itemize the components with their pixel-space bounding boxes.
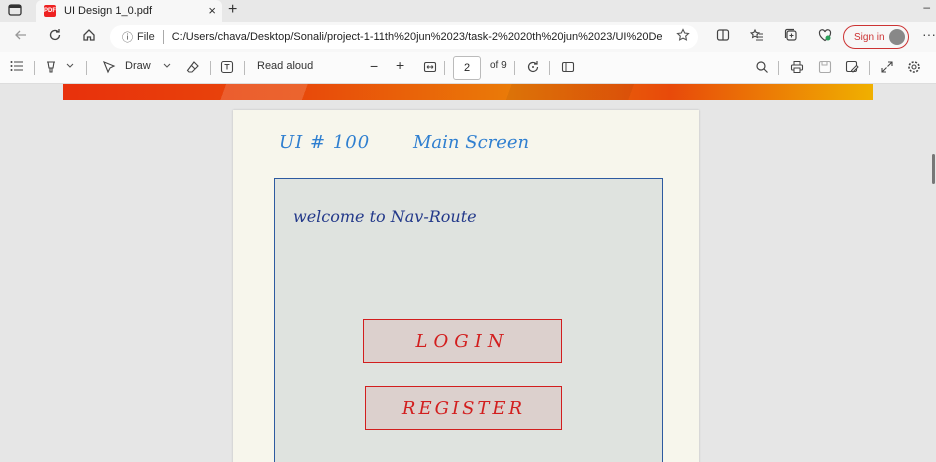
page-subheading: Main Screen [413, 132, 530, 153]
address-bar-row: ⓘ File C:/Users/chava/Desktop/Sonali/pro… [0, 22, 936, 52]
window-menu-icon[interactable] [8, 3, 24, 19]
scrollbar-thumb[interactable] [932, 154, 935, 184]
toolbar-divider [549, 61, 550, 75]
rotate-icon[interactable] [526, 60, 540, 77]
toolbar-divider [778, 61, 779, 75]
tab-pdf[interactable]: PDF UI Design 1_0.pdf × [36, 0, 222, 22]
sign-in-label: Sign in [854, 31, 885, 43]
print-icon[interactable] [790, 60, 804, 77]
register-button[interactable]: REGISTER [365, 386, 562, 430]
search-icon[interactable] [755, 60, 769, 77]
toolbar-divider [869, 61, 870, 75]
fullscreen-icon[interactable] [880, 60, 894, 77]
pdf-page: UI # 100 Main Screen welcome to Nav-Rout… [233, 110, 699, 462]
pdf-icon: PDF [44, 5, 56, 17]
home-icon[interactable] [82, 28, 96, 45]
eraser-icon[interactable] [186, 60, 200, 77]
toolbar-divider [244, 61, 245, 75]
login-button[interactable]: LOGIN [363, 319, 562, 363]
highlight-icon[interactable] [44, 60, 58, 77]
toolbar-divider [86, 61, 87, 75]
info-icon[interactable]: ⓘ [122, 29, 133, 45]
title-bar: PDF UI Design 1_0.pdf × + – [0, 0, 936, 22]
refresh-icon[interactable] [48, 28, 62, 45]
contents-icon[interactable] [10, 60, 24, 75]
new-tab-button[interactable]: + [228, 1, 237, 19]
more-options-icon[interactable]: ··· [922, 26, 936, 42]
zoom-out-button[interactable]: − [370, 58, 378, 74]
page-number-input[interactable]: 2 [453, 56, 481, 80]
url-text[interactable]: C:/Users/chava/Desktop/Sonali/project-1-… [172, 31, 662, 43]
welcome-text: welcome to Nav-Route [293, 207, 477, 226]
sign-in-button[interactable]: Sign in [843, 25, 909, 49]
tab-title: UI Design 1_0.pdf [64, 5, 153, 17]
document-viewer[interactable]: UI # 100 Main Screen welcome to Nav-Rout… [0, 84, 936, 462]
avatar-icon [889, 29, 905, 45]
minimize-button[interactable]: – [923, 0, 930, 14]
url-scheme-label: File [137, 31, 155, 43]
chevron-down-icon[interactable] [66, 60, 74, 73]
toolbar-divider [514, 61, 515, 75]
close-tab-icon[interactable]: × [208, 3, 216, 18]
toolbar-divider [444, 61, 445, 75]
previous-page-bottom [63, 84, 873, 100]
favorite-star-icon[interactable] [676, 28, 690, 45]
page-heading: UI # 100 [279, 132, 371, 153]
read-aloud-button[interactable]: Read aloud [257, 60, 313, 72]
pdf-toolbar: Draw Read aloud − + 2 of 9 [0, 52, 936, 84]
chevron-down-icon[interactable] [163, 60, 171, 73]
favorites-icon[interactable] [749, 28, 764, 45]
save-as-icon[interactable] [845, 60, 859, 77]
draw-button[interactable]: Draw [125, 60, 151, 72]
browser-essentials-icon[interactable] [818, 28, 832, 45]
page-view-icon[interactable] [561, 60, 575, 77]
toolbar-divider [34, 61, 35, 75]
draw-icon[interactable] [102, 60, 116, 77]
page-total-label: of 9 [490, 60, 507, 71]
address-bar[interactable]: ⓘ File C:/Users/chava/Desktop/Sonali/pro… [110, 25, 698, 49]
url-divider [162, 30, 164, 44]
save-icon[interactable] [818, 60, 832, 77]
split-screen-icon[interactable] [716, 28, 730, 45]
back-arrow-icon[interactable] [14, 28, 28, 45]
toolbar-divider [210, 61, 211, 75]
text-box-icon[interactable] [220, 60, 234, 77]
collections-icon[interactable] [784, 28, 798, 45]
zoom-in-button[interactable]: + [396, 57, 404, 73]
settings-gear-icon[interactable] [907, 60, 921, 77]
mock-screen: welcome to Nav-Route LOGIN REGISTER [274, 178, 663, 462]
fit-page-icon[interactable] [423, 60, 437, 77]
